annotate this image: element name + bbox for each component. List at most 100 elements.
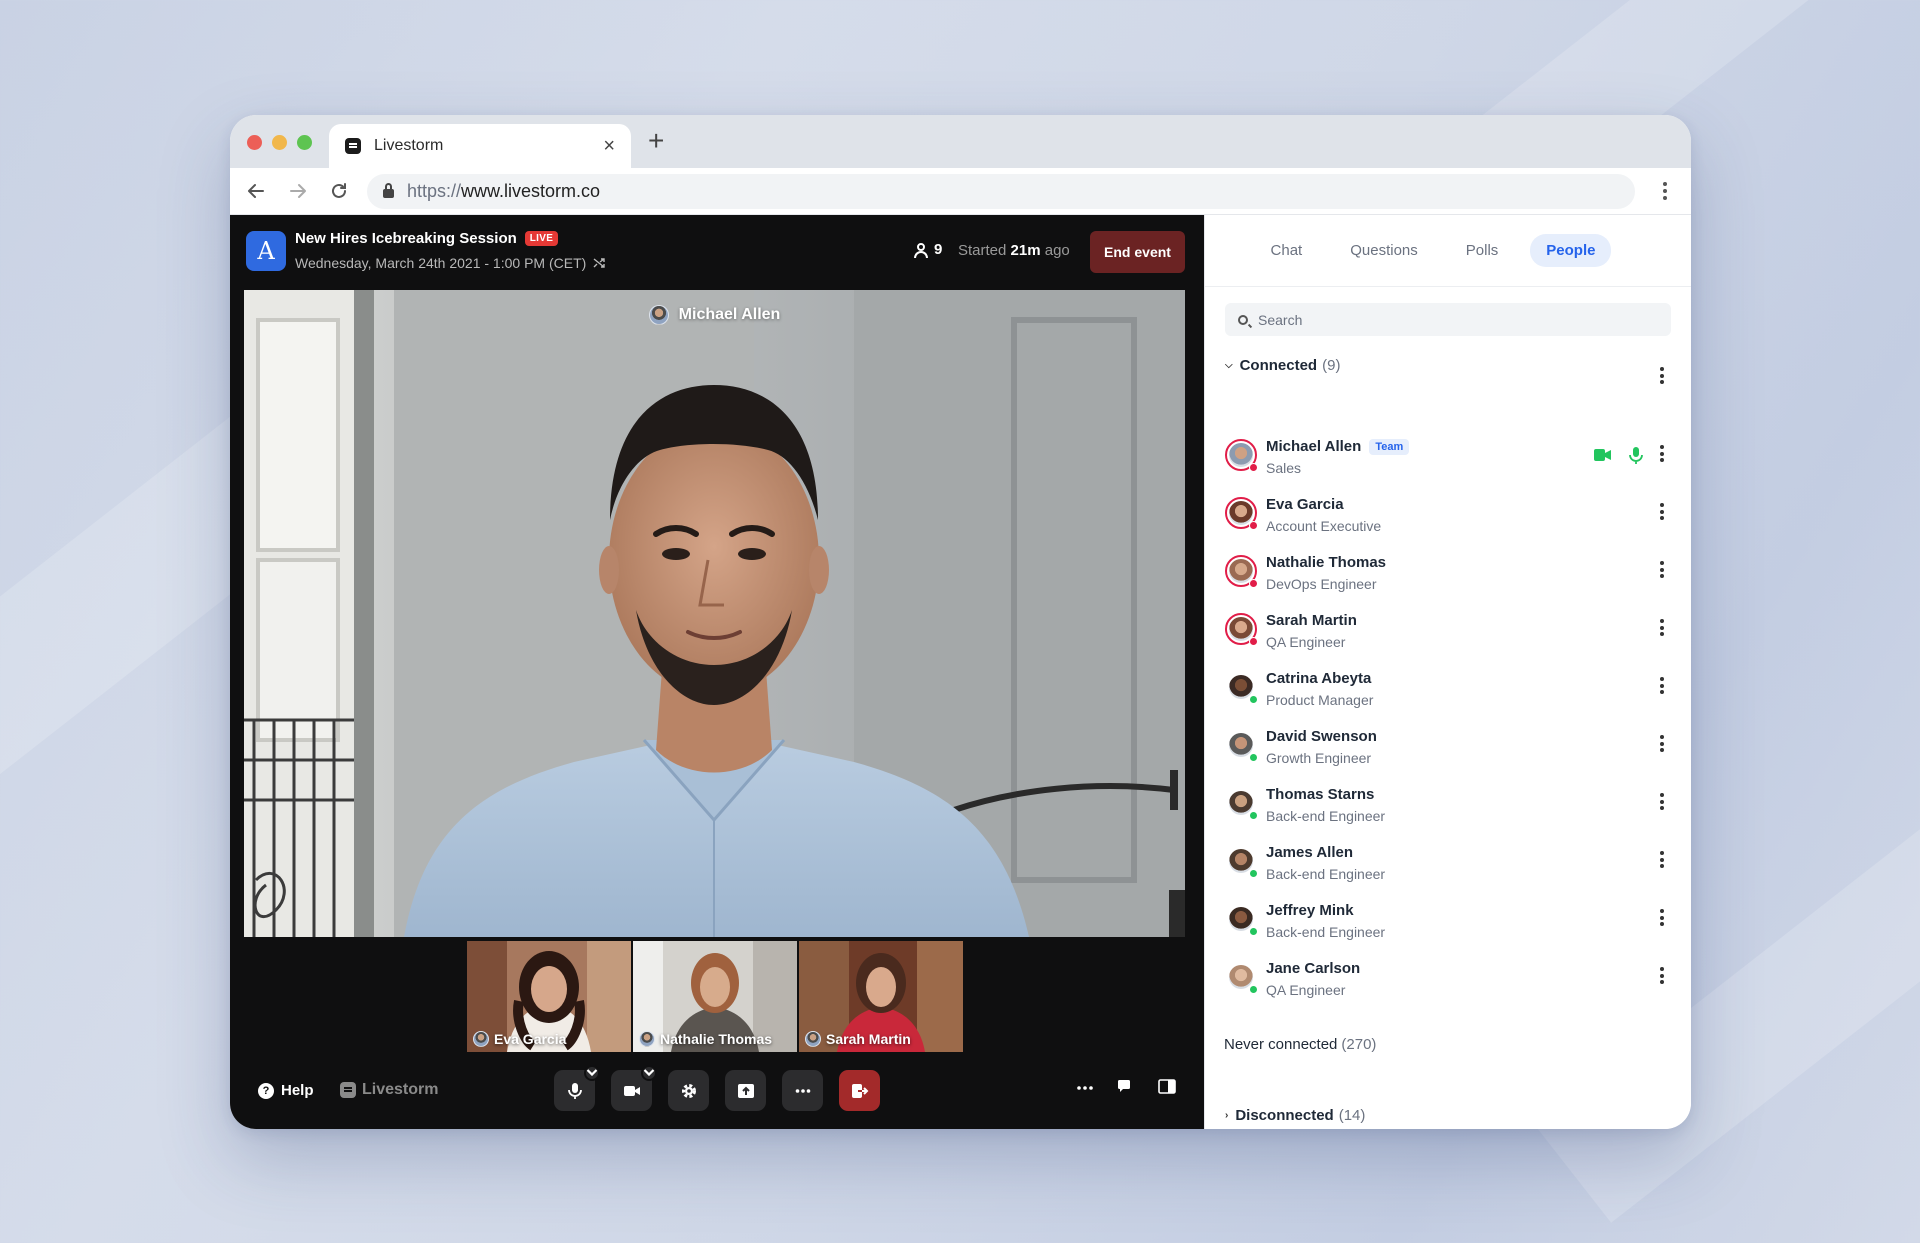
event-date: Wednesday, March 24th 2021 - 1:00 PM (CE…: [295, 255, 605, 271]
tab-people[interactable]: People: [1530, 234, 1612, 267]
person-row[interactable]: James Allen Back-end Engineer: [1225, 841, 1675, 889]
person-row[interactable]: David Swenson Growth Engineer: [1225, 725, 1675, 773]
person-options-icon[interactable]: [1660, 851, 1664, 871]
lock-icon: [383, 183, 394, 198]
speaker-name-label: Michael Allen: [244, 305, 1185, 325]
browser-menu-icon[interactable]: [1663, 182, 1667, 203]
more-horizontal-icon[interactable]: [1076, 1077, 1094, 1095]
people-search: [1225, 303, 1671, 336]
person-options-icon[interactable]: [1660, 561, 1664, 581]
participant-name-label: Sarah Martin: [805, 1031, 911, 1047]
new-tab-icon[interactable]: +: [648, 127, 664, 155]
share-screen-button[interactable]: [725, 1070, 766, 1111]
settings-button[interactable]: [668, 1070, 709, 1111]
camera-icon: [623, 1085, 640, 1096]
person-row[interactable]: Michael Allen Team Sales: [1225, 435, 1675, 483]
person-options-icon[interactable]: [1660, 445, 1664, 465]
person-row[interactable]: Jeffrey Mink Back-end Engineer: [1225, 899, 1675, 947]
person-name: Jeffrey Mink: [1266, 902, 1354, 919]
panel-tabs: Chat Questions Polls People: [1205, 215, 1691, 287]
person-options-icon[interactable]: [1660, 967, 1664, 987]
person-options-icon[interactable]: [1660, 677, 1664, 697]
person-role: Product Manager: [1266, 692, 1374, 708]
person-options-icon[interactable]: [1660, 909, 1664, 929]
person-row[interactable]: Nathalie Thomas DevOps Engineer: [1225, 551, 1675, 599]
search-input[interactable]: [1258, 311, 1638, 328]
chevron-down-icon: ⌵: [1225, 360, 1233, 371]
window-maximize-button[interactable]: [297, 135, 312, 150]
participant-thumbnail[interactable]: Eva Garcia: [467, 941, 631, 1052]
microphone-on-icon[interactable]: [1629, 447, 1643, 465]
person-row[interactable]: Jane Carlson QA Engineer: [1225, 957, 1675, 1005]
person-options-icon[interactable]: [1660, 619, 1664, 639]
speaker-video-frame: [244, 290, 1185, 937]
chevron-down-icon[interactable]: [584, 1065, 600, 1081]
url-field[interactable]: https://www.livestorm.co: [367, 174, 1635, 209]
people-panel: Chat Questions Polls People ⌵ Connected(…: [1204, 215, 1691, 1129]
person-role: Account Executive: [1266, 518, 1382, 534]
status-dot: [1249, 985, 1258, 994]
disconnected-group-header[interactable]: › Disconnected (14): [1225, 1107, 1365, 1124]
timezone-icon[interactable]: [593, 257, 605, 269]
status-dot: [1249, 463, 1258, 472]
connected-group-header[interactable]: ⌵ Connected (9): [1225, 357, 1340, 374]
person-role: DevOps Engineer: [1266, 576, 1377, 592]
main-speaker-video[interactable]: Michael Allen: [244, 290, 1185, 937]
browser-tab[interactable]: Livestorm ×: [329, 124, 631, 168]
event-header: A New Hires Icebreaking Session LIVE Wed…: [230, 215, 1204, 289]
person-name: Catrina Abeyta: [1266, 670, 1372, 687]
camera-button[interactable]: [611, 1065, 657, 1111]
camera-on-icon[interactable]: [1594, 448, 1612, 462]
person-options-icon[interactable]: [1660, 793, 1664, 813]
end-event-button[interactable]: End event: [1090, 231, 1185, 273]
person-options-icon[interactable]: [1660, 735, 1664, 755]
live-badge: LIVE: [524, 231, 559, 246]
window-close-button[interactable]: [247, 135, 262, 150]
speaker-avatar: [648, 305, 669, 325]
address-bar: https://www.livestorm.co: [230, 168, 1691, 215]
user-icon: [914, 242, 928, 258]
share-screen-icon: [737, 1083, 754, 1098]
person-row[interactable]: Sarah Martin QA Engineer: [1225, 609, 1675, 657]
microphone-button[interactable]: [554, 1065, 600, 1111]
sidebar-toggle-icon[interactable]: [1158, 1077, 1176, 1095]
help-button[interactable]: ? Help: [258, 1082, 314, 1099]
never-connected-group[interactable]: Never connected (270): [1224, 1036, 1376, 1053]
person-name: Thomas Starns: [1266, 786, 1375, 803]
status-dot: [1249, 695, 1258, 704]
person-role: QA Engineer: [1266, 634, 1346, 650]
forward-arrow-icon[interactable]: [288, 181, 308, 201]
status-dot: [1249, 927, 1258, 936]
chat-bubble-icon[interactable]: [1117, 1077, 1133, 1095]
attendee-count[interactable]: 9: [914, 241, 942, 258]
person-row[interactable]: Catrina Abeyta Product Manager: [1225, 667, 1675, 715]
group-options-icon[interactable]: [1660, 367, 1664, 387]
more-options-button[interactable]: [782, 1070, 823, 1111]
team-badge: Team: [1369, 438, 1410, 455]
window-minimize-button[interactable]: [272, 135, 287, 150]
tab-close-icon[interactable]: ×: [603, 136, 615, 156]
url-text: https://www.livestorm.co: [407, 181, 601, 201]
chevron-right-icon: ›: [1225, 1110, 1229, 1121]
participant-thumbnail[interactable]: Nathalie Thomas: [633, 941, 797, 1052]
livestorm-logo-icon: [340, 1082, 356, 1098]
tab-questions[interactable]: Questions: [1334, 234, 1434, 267]
browser-window: Livestorm × + https://www.livestorm.co A…: [230, 115, 1691, 1129]
person-row[interactable]: Thomas Starns Back-end Engineer: [1225, 783, 1675, 831]
reload-icon[interactable]: [329, 181, 349, 201]
person-role: QA Engineer: [1266, 982, 1346, 998]
tab-polls[interactable]: Polls: [1450, 234, 1515, 267]
chevron-down-icon[interactable]: [641, 1065, 657, 1081]
person-row[interactable]: Eva Garcia Account Executive: [1225, 493, 1675, 541]
tab-chat[interactable]: Chat: [1255, 234, 1319, 267]
participant-thumbnail[interactable]: Sarah Martin: [799, 941, 963, 1052]
participant-name-label: Eva Garcia: [473, 1031, 566, 1047]
livestorm-favicon-icon: [345, 138, 361, 154]
person-role: Sales: [1266, 460, 1302, 476]
back-arrow-icon[interactable]: [246, 181, 266, 201]
leave-button[interactable]: [839, 1070, 880, 1111]
video-stage: A New Hires Icebreaking Session LIVE Wed…: [230, 215, 1204, 1129]
person-options-icon[interactable]: [1660, 503, 1664, 523]
status-dot: [1249, 521, 1258, 530]
gear-icon: [681, 1083, 696, 1098]
